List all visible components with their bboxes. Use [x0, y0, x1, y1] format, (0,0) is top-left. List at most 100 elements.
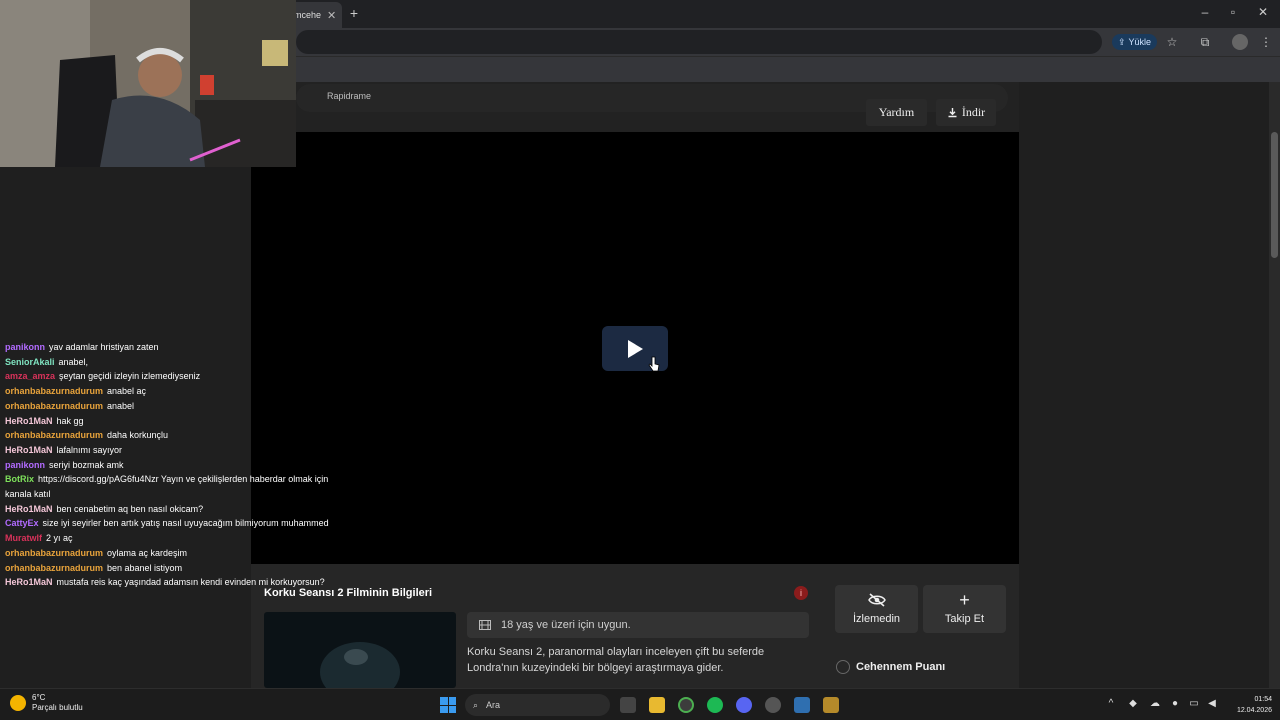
system-clock[interactable]: 01:54 12.04.2026: [1222, 694, 1272, 716]
age-rating-text: 18 yaş ve üzeri için uygun.: [501, 619, 631, 631]
chat-username[interactable]: HeRo1MaN: [5, 445, 53, 455]
chat-message: orhanbabazurnadurum ben abanel istiyom: [5, 561, 345, 576]
chat-message: HeRo1MaN ben cenabetim aq ben nasıl okica…: [5, 502, 345, 517]
chat-text: anabel aç: [107, 386, 147, 397]
game-client-icon[interactable]: [823, 697, 839, 713]
profile-avatar[interactable]: [1232, 34, 1248, 50]
close-window-icon[interactable]: ✕: [1256, 5, 1270, 19]
download-label: İndir: [961, 105, 986, 119]
menu-kebab-icon[interactable]: ⋮: [1258, 34, 1274, 50]
bookmark-star-icon[interactable]: ☆: [1164, 34, 1180, 50]
follow-button[interactable]: + Takip Et: [923, 585, 1006, 633]
task-view-icon[interactable]: [620, 697, 636, 713]
chat-message: panikonn yav adamlar hristiyan zaten: [5, 340, 345, 355]
streaming-app-icon[interactable]: [794, 697, 810, 713]
chat-text: yav adamlar hristiyan zaten: [49, 342, 159, 352]
play-icon: [628, 339, 643, 358]
download-icon: [948, 108, 957, 118]
chat-text: hak gg: [56, 415, 84, 426]
chat-username[interactable]: Muratwlf: [5, 533, 42, 543]
chat-username[interactable]: orhanbabazurnadurum: [5, 430, 103, 440]
right-pane: [1019, 82, 1269, 688]
chat-message: SeniorAkali anabel,: [5, 355, 345, 370]
tray-chevron-icon[interactable]: ^: [1104, 698, 1118, 709]
microphone-icon[interactable]: ●: [1168, 698, 1182, 709]
chat-text: daha korkunçlu: [107, 430, 169, 441]
stream-chat: panikonn yav adamlar hristiyan zaten Senio…: [5, 340, 345, 590]
app-icon[interactable]: [765, 697, 781, 713]
eye-off-icon: [867, 593, 886, 607]
chat-message: panikonn seriyi bozmak amk: [5, 458, 345, 473]
chat-text: mustafa reis kaç yaşındad adamsın kendi …: [56, 577, 325, 588]
chat-text: anabel,: [58, 356, 89, 367]
chat-text: https://discord.gg/pAG6fu4Nzr Yayın ve ç…: [5, 474, 329, 500]
spotify-icon[interactable]: [707, 697, 723, 713]
download-button[interactable]: İndir: [936, 99, 996, 126]
age-rating-box: 18 yaş ve üzeri için uygun.: [467, 612, 809, 638]
restore-icon[interactable]: ▫: [1226, 5, 1240, 19]
chat-message: HeRo1MaN lafalnımı sayıyor: [5, 443, 345, 458]
start-button[interactable]: [440, 697, 456, 713]
chat-text: 2 yı aç: [46, 533, 73, 544]
weather-temp: 6°C: [32, 693, 46, 702]
security-icon[interactable]: ◆: [1126, 698, 1140, 709]
chat-username[interactable]: HeRo1MaN: [5, 504, 53, 514]
chat-username[interactable]: SeniorAkali: [5, 357, 55, 367]
chat-username[interactable]: CattyEx: [5, 518, 39, 528]
chat-text: şeytan geçidi izleyin izlemediyseniz: [59, 371, 201, 382]
follow-label: Takip Et: [944, 613, 985, 625]
chrome-icon[interactable]: [678, 697, 694, 713]
chat-username[interactable]: BotRix: [5, 474, 34, 484]
chat-username[interactable]: HeRo1MaN: [5, 416, 53, 426]
movie-description: Korku Seansı 2, paranormal olayları ince…: [467, 646, 765, 674]
chat-username[interactable]: HeRo1MaN: [5, 577, 53, 587]
minimize-icon[interactable]: –: [1198, 5, 1212, 19]
chat-message: HeRo1MaN hak gg: [5, 414, 345, 429]
movie-poster[interactable]: [264, 612, 456, 688]
chat-username[interactable]: panikonn: [5, 342, 45, 352]
poster-art: [320, 642, 400, 688]
score-icon: [836, 660, 850, 674]
chat-username[interactable]: orhanbabazurnadurum: [5, 548, 103, 558]
volume-icon[interactable]: ◀: [1205, 698, 1219, 709]
weather-widget[interactable]: 6°C Parçalı bulutlu: [10, 693, 83, 713]
weather-desc: Parçalı bulutlu: [32, 703, 83, 712]
cloud-icon[interactable]: ☁: [1148, 698, 1162, 709]
film-icon: [479, 620, 491, 630]
page-scrollbar[interactable]: [1269, 82, 1280, 688]
weather-icon: [10, 695, 26, 711]
chat-message: orhanbabazurnadurum daha korkunçlu: [5, 428, 345, 443]
chat-username[interactable]: amza_amza: [5, 371, 55, 381]
chat-message: orhanbabazurnadurum oylama aç kardeşim: [5, 546, 345, 561]
address-bar[interactable]: [296, 30, 1102, 54]
clock-time: 01:54: [1254, 696, 1272, 703]
chat-username[interactable]: orhanbabazurnadurum: [5, 386, 103, 396]
watch-status-button[interactable]: İzlemedin: [835, 585, 918, 633]
upload-button[interactable]: ⇪ Yükle: [1112, 34, 1158, 50]
taskbar-search[interactable]: ⌕ Ara: [465, 694, 610, 716]
chat-text: seriyi bozmak amk: [49, 459, 124, 470]
score-label: Cehennem Puanı: [856, 661, 946, 673]
discord-icon[interactable]: [736, 697, 752, 713]
chat-username[interactable]: panikonn: [5, 460, 45, 470]
chat-text: oylama aç kardeşim: [107, 547, 188, 558]
chat-username[interactable]: orhanbabazurnadurum: [5, 401, 103, 411]
chat-message: Muratwlf 2 yı aç: [5, 531, 345, 546]
upload-icon: ⇪: [1118, 36, 1126, 47]
webcam-feed: [0, 0, 296, 167]
file-explorer-icon[interactable]: [649, 697, 665, 713]
help-button[interactable]: Yardım: [866, 99, 927, 126]
extensions-icon[interactable]: ⧉: [1197, 34, 1213, 50]
chat-message: amza_amza şeytan geçidi izleyin izlemediy…: [5, 369, 345, 384]
clock-date: 12.04.2026: [1236, 707, 1272, 714]
display-icon[interactable]: ▭: [1187, 698, 1201, 709]
webcam-overlay: [0, 0, 296, 167]
new-tab-icon[interactable]: +: [347, 5, 361, 21]
scrollbar-thumb[interactable]: [1271, 132, 1278, 258]
windows-taskbar: 6°C Parçalı bulutlu ⌕ Ara ^ ◆ ☁ ● ▭ ◀ 01…: [0, 688, 1280, 720]
info-badge-icon[interactable]: i: [794, 586, 808, 600]
upload-label: Yükle: [1128, 37, 1152, 47]
chat-username[interactable]: orhanbabazurnadurum: [5, 563, 103, 573]
hell-score: Cehennem Puanı: [836, 660, 945, 674]
close-tab-icon[interactable]: ✕: [327, 9, 336, 22]
